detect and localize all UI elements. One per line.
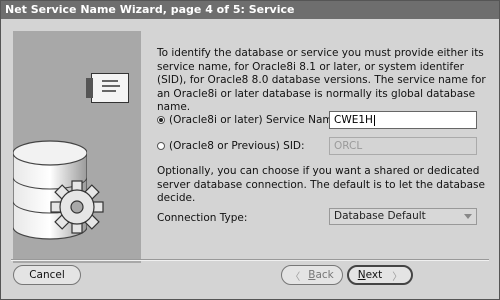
cancel-button[interactable]: Cancel bbox=[13, 265, 81, 285]
wizard-illustration bbox=[13, 31, 141, 263]
wizard-window: Net Service Name Wizard, page 4 of 5: Se… bbox=[0, 0, 500, 300]
sid-radio[interactable] bbox=[157, 142, 165, 150]
service-name-label: (Oracle8i or later) Service Name: bbox=[169, 114, 343, 126]
id-card-icon bbox=[86, 73, 129, 103]
service-name-option[interactable]: (Oracle8i or later) Service Name: bbox=[157, 114, 343, 126]
sid-value: ORCL bbox=[334, 140, 363, 152]
chevron-right-icon: 〉 bbox=[392, 271, 403, 283]
back-label: Back bbox=[308, 269, 334, 281]
sid-input[interactable]: ORCL bbox=[329, 137, 477, 155]
button-separator bbox=[11, 259, 489, 261]
next-button[interactable]: Next 〉 bbox=[347, 265, 413, 285]
service-name-value: CWE1H bbox=[334, 114, 373, 126]
wizard-body: To identify the database or service you … bbox=[1, 19, 499, 299]
connection-type-select[interactable]: Database Default bbox=[329, 208, 477, 225]
connection-type-value: Database Default bbox=[334, 210, 426, 222]
chevron-down-icon bbox=[464, 214, 472, 219]
service-name-radio[interactable] bbox=[157, 116, 165, 124]
gear-icon bbox=[50, 180, 104, 234]
service-name-input[interactable]: CWE1H bbox=[329, 111, 477, 129]
optional-description: Optionally, you can choose if you want a… bbox=[157, 165, 485, 204]
back-button[interactable]: 〈 Back bbox=[281, 265, 343, 285]
window-title: Net Service Name Wizard, page 4 of 5: Se… bbox=[1, 1, 499, 19]
sid-option[interactable]: (Oracle8 or Previous) SID: bbox=[157, 140, 305, 152]
cancel-label: Cancel bbox=[29, 269, 65, 281]
text-cursor bbox=[373, 114, 375, 126]
next-label: Next bbox=[357, 269, 383, 281]
sid-label: (Oracle8 or Previous) SID: bbox=[169, 140, 305, 152]
chevron-left-icon: 〈 bbox=[290, 271, 301, 283]
intro-description: To identify the database or service you … bbox=[157, 47, 486, 113]
connection-type-label: Connection Type: bbox=[157, 212, 248, 224]
